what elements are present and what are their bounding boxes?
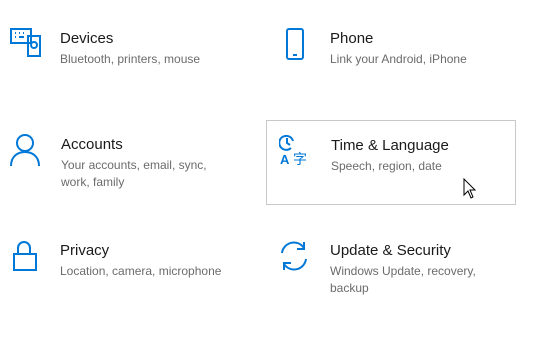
tile-title: Time & Language xyxy=(331,137,449,154)
tile-description: Windows Update, recovery, backup xyxy=(330,264,476,295)
mouse-cursor-icon xyxy=(463,178,477,200)
tile-description: Speech, region, date xyxy=(331,159,442,173)
tile-description: Bluetooth, printers, mouse xyxy=(60,52,201,66)
settings-tile-devices[interactable]: Devices Bluetooth, printers, mouse xyxy=(0,0,250,86)
svg-text:字: 字 xyxy=(293,152,307,168)
settings-tile-privacy[interactable]: Privacy Location, camera, microphone xyxy=(0,212,250,298)
sync-icon xyxy=(278,240,312,274)
tile-description: Your accounts, email, sync, work, family xyxy=(61,158,207,189)
tile-description: Location, camera, microphone xyxy=(60,264,222,278)
time-language-icon: A 字 xyxy=(279,134,313,168)
svg-text:A: A xyxy=(280,152,290,167)
tile-title: Phone xyxy=(330,30,374,47)
devices-icon xyxy=(10,28,44,62)
phone-icon xyxy=(284,28,318,62)
settings-tile-update-security[interactable]: Update & Security Windows Update, recove… xyxy=(268,212,518,298)
settings-tile-phone[interactable]: Phone Link your Android, iPhone xyxy=(268,0,518,86)
person-icon xyxy=(10,134,44,168)
tile-title: Update & Security xyxy=(330,242,451,259)
tile-title: Devices xyxy=(60,30,114,47)
lock-icon xyxy=(12,240,46,274)
settings-tile-time-language[interactable]: A 字 Time & Language Speech, region, date xyxy=(266,120,516,205)
tile-description: Link your Android, iPhone xyxy=(330,52,467,66)
tile-title: Accounts xyxy=(61,136,123,153)
tile-title: Privacy xyxy=(60,242,110,259)
settings-tile-accounts[interactable]: Accounts Your accounts, email, sync, wor… xyxy=(0,106,250,192)
